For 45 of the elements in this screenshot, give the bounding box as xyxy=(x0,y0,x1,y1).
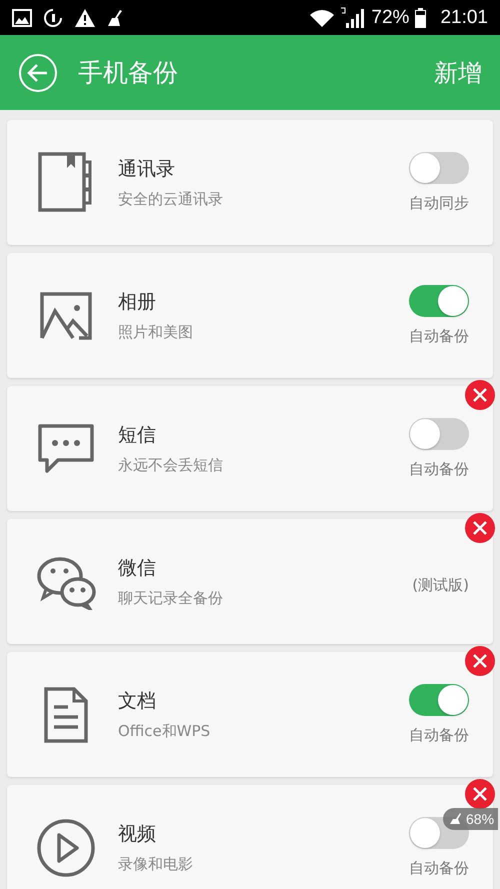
item-title: 相册 xyxy=(118,290,157,315)
image-icon xyxy=(12,8,32,26)
broom-icon xyxy=(106,8,124,26)
item-title: 微信 xyxy=(118,556,157,581)
wifi-icon xyxy=(309,8,336,26)
message-icon xyxy=(38,424,94,474)
delete-icon[interactable] xyxy=(465,380,495,410)
item-subtitle: 照片和美图 xyxy=(118,323,194,342)
item-title: 文档 xyxy=(118,689,157,714)
item-title: 通讯录 xyxy=(118,157,176,182)
item-subtitle: 录像和电影 xyxy=(118,855,194,874)
item-title: 视频 xyxy=(118,822,157,847)
broom-icon xyxy=(449,813,463,825)
item-title: 短信 xyxy=(118,423,157,448)
item-caption: 自动备份 xyxy=(409,460,469,479)
signal-icon xyxy=(341,6,366,28)
battery-icon xyxy=(415,8,426,28)
item-caption: (测试版) xyxy=(412,576,469,595)
toggle-switch[interactable] xyxy=(409,418,469,450)
item-caption: 自动备份 xyxy=(409,859,469,878)
document-icon xyxy=(44,686,88,742)
picture-icon xyxy=(39,290,93,340)
item-subtitle: Office和WPS xyxy=(118,722,212,741)
page-title: 手机备份 xyxy=(78,57,179,89)
item-caption: 自动备份 xyxy=(409,327,469,346)
notebook-icon xyxy=(38,152,94,214)
item-caption: 自动同步 xyxy=(409,194,469,213)
item-caption: 自动备份 xyxy=(409,726,469,745)
toggle-switch[interactable] xyxy=(409,684,469,716)
clock: 21:01 xyxy=(440,6,488,28)
play-icon xyxy=(36,818,96,878)
battery-percent: 72% xyxy=(371,6,410,28)
delete-icon[interactable] xyxy=(465,646,495,676)
item-subtitle: 安全的云通讯录 xyxy=(118,190,224,209)
item-subtitle: 聊天记录全备份 xyxy=(118,589,224,608)
warning-icon xyxy=(74,8,96,28)
item-subtitle: 永远不会丢短信 xyxy=(118,456,224,475)
delete-icon[interactable] xyxy=(465,513,495,543)
widget-reading: 68% xyxy=(466,811,494,827)
toggle-switch[interactable] xyxy=(409,285,469,317)
back-icon[interactable] xyxy=(18,52,58,92)
add-button[interactable]: 新增 xyxy=(434,52,482,92)
delete-icon[interactable] xyxy=(465,779,495,809)
floating-widget[interactable]: 68% xyxy=(443,808,498,830)
toggle-switch[interactable] xyxy=(409,152,469,184)
